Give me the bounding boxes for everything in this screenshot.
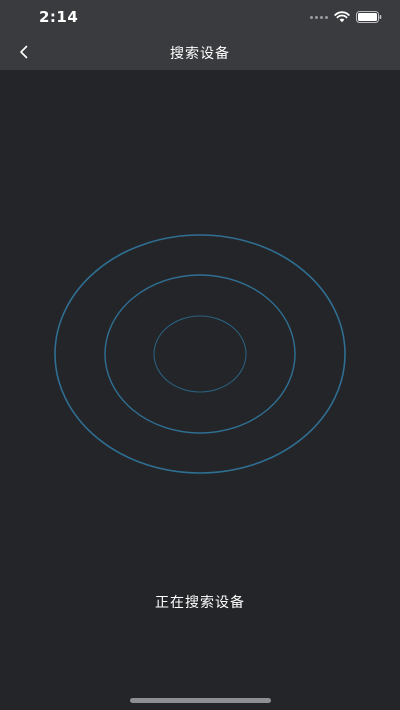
radar-ring-inner xyxy=(153,315,247,393)
status-time: 2:14 xyxy=(39,8,79,26)
nav-bar: 搜索设备 xyxy=(0,34,400,70)
radar-rings-icon xyxy=(54,234,346,474)
status-icons xyxy=(310,10,382,24)
page-title: 搜索设备 xyxy=(170,46,230,62)
radar-ring-outer xyxy=(54,234,346,474)
status-bar: 2:14 xyxy=(0,0,400,34)
radar-ring-middle xyxy=(104,274,296,434)
device-search-screen: 2:14 搜索设备 正在搜索设备 xyxy=(0,0,400,710)
signal-dots-icon xyxy=(310,15,328,19)
wifi-icon xyxy=(334,11,350,23)
searching-status-text: 正在搜索设备 xyxy=(155,595,245,611)
home-indicator[interactable] xyxy=(130,698,271,703)
battery-icon xyxy=(356,11,382,23)
